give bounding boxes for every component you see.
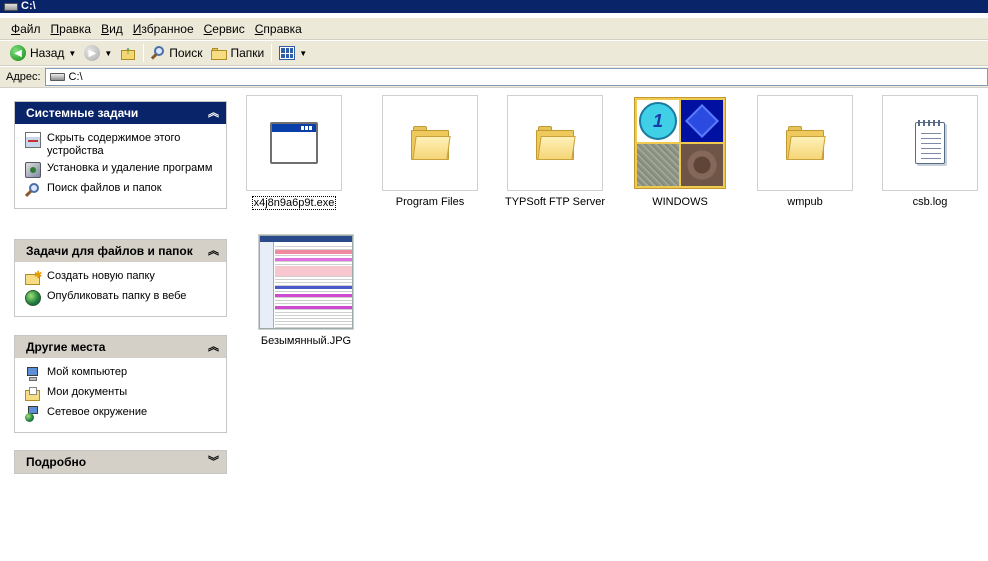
new-folder-link[interactable]: ✱ Создать новую папку: [25, 270, 220, 286]
file-tasks-panel: Задачи для файлов и папок ︽ ✱ Создать но…: [14, 239, 227, 317]
menu-tools[interactable]: Сервис: [199, 19, 250, 39]
my-computer-icon: [25, 366, 41, 382]
details-title: Подробно: [26, 455, 87, 469]
menu-file[interactable]: Файл: [6, 19, 46, 39]
drive-icon: [49, 73, 65, 81]
add-remove-programs-link[interactable]: Установка и удаление программ: [25, 162, 220, 178]
title-bar[interactable]: C:\: [0, 0, 988, 13]
my-computer-link[interactable]: Мой компьютер: [25, 366, 220, 382]
expand-icon[interactable]: ︾: [206, 457, 219, 468]
content-area: Системные задачи ︽ Скрыть содержимое это…: [0, 89, 988, 561]
folder-icon: [786, 126, 826, 160]
details-panel: Подробно ︾: [14, 450, 227, 474]
other-places-panel: Другие места ︽ Мой компьютер Мои докумен…: [14, 335, 227, 433]
file-thumbnail[interactable]: [882, 95, 978, 191]
menu-favorites[interactable]: Избранное: [128, 19, 199, 39]
views-icon: [279, 46, 296, 60]
address-label: Адрес:: [6, 71, 41, 83]
windows-folder-thumbnail: 1: [634, 97, 726, 189]
my-documents-link[interactable]: Мои документы: [25, 386, 220, 402]
address-bar: Адрес: C:\: [0, 67, 988, 88]
views-dropdown-icon[interactable]: ▼: [299, 49, 307, 58]
toolbar-separator: [143, 44, 145, 62]
system-tasks-header[interactable]: Системные задачи ︽: [15, 102, 226, 124]
file-item-csb-log[interactable]: csb.log: [871, 95, 988, 208]
forward-button[interactable]: ▶ ▼: [80, 42, 116, 64]
publish-web-link[interactable]: Опубликовать папку в вебе: [25, 290, 220, 306]
folders-button[interactable]: Папки: [207, 42, 269, 64]
folders-label: Папки: [230, 46, 265, 60]
file-name[interactable]: wmpub: [786, 196, 823, 208]
search-files-link[interactable]: Поиск файлов и папок: [24, 182, 220, 198]
folder-icon: [536, 126, 576, 160]
new-folder-icon: ✱: [25, 270, 42, 286]
file-name[interactable]: TYPSoft FTP Server: [504, 196, 606, 208]
menu-view[interactable]: Вид: [96, 19, 128, 39]
file-thumbnail[interactable]: [382, 95, 478, 191]
system-tasks-title: Системные задачи: [26, 106, 139, 120]
file-thumbnail[interactable]: [258, 234, 354, 330]
file-thumbnail[interactable]: [246, 95, 342, 191]
my-documents-icon: [25, 386, 41, 402]
file-item-exe[interactable]: x4j8n9a6p9t.exe: [235, 95, 353, 210]
file-item-windows[interactable]: 1 WINDOWS: [621, 95, 739, 208]
up-button[interactable]: ↑: [116, 42, 140, 64]
back-arrow-icon: ◀: [10, 45, 26, 61]
add-remove-programs-icon: [25, 162, 41, 178]
system-tasks-panel: Системные задачи ︽ Скрыть содержимое это…: [14, 101, 227, 209]
file-name[interactable]: WINDOWS: [651, 196, 709, 208]
address-value[interactable]: C:\: [69, 71, 83, 83]
address-field[interactable]: C:\: [44, 68, 988, 86]
menu-edit[interactable]: Правка: [46, 19, 97, 39]
collapse-icon[interactable]: ︽: [206, 108, 219, 119]
drive-icon: [4, 2, 18, 11]
back-dropdown-icon[interactable]: ▼: [68, 49, 76, 58]
folder-up-icon: ↑: [120, 45, 136, 61]
file-item-program-files[interactable]: Program Files: [371, 95, 489, 208]
folders-icon: [210, 47, 227, 60]
toolbar: ◀ Назад ▼ ▶ ▼ ↑ Поиск Папки ▼: [0, 41, 988, 66]
file-thumbnail[interactable]: [507, 95, 603, 191]
views-button[interactable]: ▼: [275, 42, 311, 64]
hide-contents-icon: [25, 132, 41, 148]
forward-arrow-icon: ▶: [84, 45, 101, 61]
network-places-link[interactable]: Сетевое окружение: [25, 406, 220, 422]
image-thumbnail: [259, 235, 353, 329]
search-button[interactable]: Поиск: [147, 42, 206, 64]
search-icon: [151, 46, 165, 60]
file-thumbnail[interactable]: [757, 95, 853, 191]
collapse-icon[interactable]: ︽: [206, 246, 219, 257]
network-icon: [25, 406, 41, 422]
menu-bar: Файл Правка Вид Избранное Сервис Справка: [0, 18, 988, 40]
hide-drive-contents-link[interactable]: Скрыть содержимое этого устройства: [25, 132, 220, 158]
toolbar-separator: [271, 44, 273, 62]
file-item-typsoft[interactable]: TYPSoft FTP Server: [496, 95, 614, 208]
window-title: C:\: [21, 0, 36, 12]
back-button[interactable]: ◀ Назад ▼: [6, 42, 80, 64]
search-icon: [24, 182, 41, 198]
collapse-icon[interactable]: ︽: [206, 342, 219, 353]
notepad-icon: [915, 120, 945, 164]
other-places-title: Другие места: [26, 340, 106, 354]
menu-help[interactable]: Справка: [250, 19, 307, 39]
file-name[interactable]: csb.log: [912, 196, 949, 208]
folder-icon: [411, 126, 451, 160]
search-label: Поиск: [169, 46, 203, 60]
file-item-jpg[interactable]: Безымянный.JPG: [247, 234, 365, 347]
back-label: Назад: [30, 46, 65, 60]
file-name[interactable]: x4j8n9a6p9t.exe: [251, 196, 337, 210]
application-icon: [270, 122, 318, 164]
other-places-header[interactable]: Другие места ︽: [15, 336, 226, 358]
file-name[interactable]: Безымянный.JPG: [260, 335, 352, 347]
globe-icon: [25, 290, 41, 306]
forward-dropdown-icon[interactable]: ▼: [104, 49, 112, 58]
file-thumbnail[interactable]: 1: [632, 95, 728, 191]
file-name[interactable]: Program Files: [395, 196, 465, 208]
file-tasks-title: Задачи для файлов и папок: [26, 244, 193, 258]
file-tasks-header[interactable]: Задачи для файлов и папок ︽: [15, 240, 226, 262]
file-item-wmpub[interactable]: wmpub: [746, 95, 864, 208]
details-header[interactable]: Подробно ︾: [15, 451, 226, 473]
